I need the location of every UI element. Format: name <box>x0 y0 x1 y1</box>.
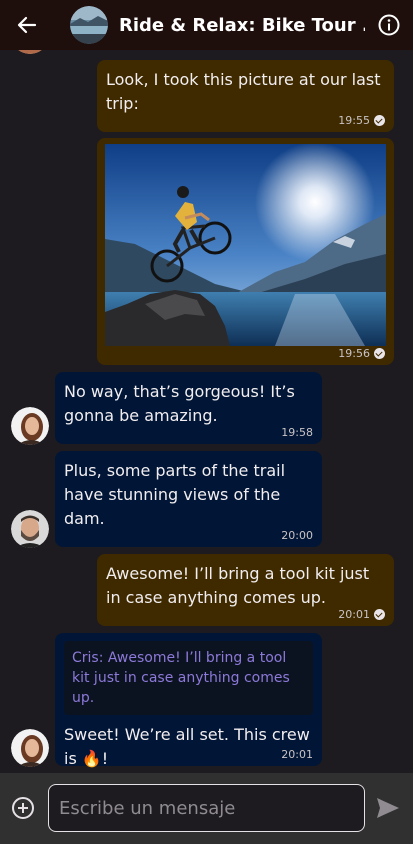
read-check-icon <box>374 348 385 359</box>
avatar[interactable] <box>11 510 49 548</box>
info-icon <box>378 14 400 36</box>
message-bubble-outgoing[interactable]: Look, I took this picture at our last tr… <box>97 60 394 132</box>
message-time: 20:00 <box>281 529 313 542</box>
message-time: 20:01 <box>338 608 370 621</box>
read-check-icon <box>374 115 385 126</box>
message-bubble-outgoing[interactable]: Awesome! I’ll bring a tool kit just in c… <box>97 554 394 626</box>
message-text: Sweet! We’re all set. This crew is 🔥! <box>64 725 310 768</box>
message-meta: 19:58 <box>281 426 313 439</box>
avatar <box>11 50 49 54</box>
arrow-back-icon <box>17 16 37 34</box>
back-button[interactable] <box>0 0 54 50</box>
message-text: Plus, some parts of the trail have stunn… <box>64 461 286 528</box>
group-avatar[interactable] <box>70 6 108 44</box>
attach-button[interactable] <box>12 797 34 819</box>
message-meta: 20:01 <box>281 748 313 761</box>
read-check-icon <box>374 609 385 620</box>
send-button[interactable] <box>376 797 402 821</box>
photo-mountain-biker[interactable] <box>105 144 386 346</box>
quoted-reply[interactable]: Cris: Awesome! I’ll bring a tool kit jus… <box>64 641 313 715</box>
message-meta: 19:55 <box>338 114 385 127</box>
message-bubble-incoming[interactable]: Plus, some parts of the trail have stunn… <box>55 451 322 547</box>
message-meta: 20:01 <box>338 608 385 621</box>
message-meta: 20:00 <box>281 529 313 542</box>
message-list[interactable]: Look, I took this picture at our last tr… <box>0 50 413 773</box>
image-message-bubble[interactable]: 19:56 <box>97 138 394 365</box>
app-bar: Ride & Relax: Bike Tour ... <box>0 0 413 50</box>
message-text: Awesome! I’ll bring a tool kit just in c… <box>106 564 370 607</box>
message-time: 19:56 <box>338 347 370 360</box>
message-input[interactable] <box>59 797 354 819</box>
message-composer <box>0 773 413 844</box>
message-bubble-incoming[interactable]: No way, that’s gorgeous! It’s gonna be a… <box>55 372 322 444</box>
chat-title[interactable]: Ride & Relax: Bike Tour ... <box>119 15 365 36</box>
message-text: Look, I took this picture at our last tr… <box>106 70 381 113</box>
avatar[interactable] <box>11 729 49 767</box>
message-meta: 19:56 <box>338 347 385 360</box>
message-time: 20:01 <box>281 748 313 761</box>
message-input-box[interactable] <box>48 784 365 832</box>
send-icon <box>377 798 399 818</box>
message-text: No way, that’s gorgeous! It’s gonna be a… <box>64 382 295 425</box>
add-circle-icon <box>18 803 28 813</box>
avatar[interactable] <box>11 407 49 445</box>
message-time: 19:55 <box>338 114 370 127</box>
message-bubble-incoming[interactable]: Cris: Awesome! I’ll bring a tool kit jus… <box>55 633 322 768</box>
info-button[interactable] <box>365 0 413 50</box>
message-time: 19:58 <box>281 426 313 439</box>
